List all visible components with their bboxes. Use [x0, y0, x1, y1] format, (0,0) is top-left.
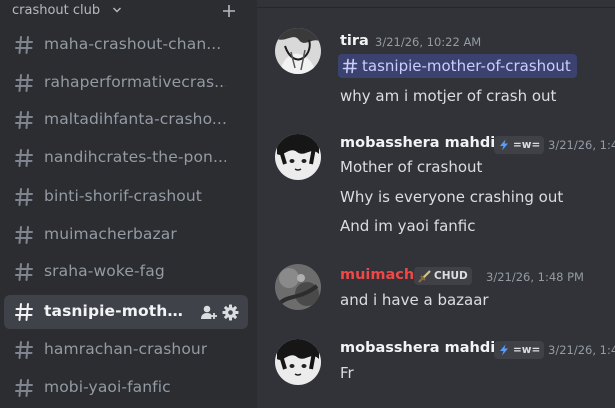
channel-item[interactable]: nandihcrates-the-pon...	[4, 141, 248, 175]
channel-label: binti-shorif-crashout	[44, 187, 202, 205]
user-tag-text: =w=	[513, 344, 541, 356]
user-tag[interactable]: =w=	[494, 341, 545, 359]
channel-label: tasnipie-mother...	[44, 302, 189, 320]
message-text: and i have a bazaar	[340, 291, 489, 309]
channel-label: rahaperformativecras...	[44, 73, 226, 91]
user-tag-text: CHUD	[434, 270, 468, 282]
channel-item[interactable]: muimacherbazar	[4, 218, 248, 252]
author-name[interactable]: mobasshera mahdi	[340, 135, 495, 151]
message-text: why am i motjer of crash out	[340, 87, 557, 105]
author-name[interactable]: tira	[340, 33, 369, 49]
channel-item[interactable]: binti-shorif-crashout	[4, 180, 248, 214]
message-text: Fr	[340, 364, 354, 382]
channel-label: hamrachan-crashour	[44, 340, 208, 358]
channel-item[interactable]: maha-crashout-chan...	[4, 28, 248, 62]
channel-item[interactable]: rahaperformativecras...	[4, 66, 248, 100]
channel-label: sraha-woke-fag	[44, 262, 165, 280]
server-header[interactable]: crashout club	[0, 0, 257, 26]
hash-icon	[15, 341, 33, 359]
timestamp: 3/21/26, 10:22 AM	[375, 35, 482, 49]
channel-label: maltadihfanta-crasho...	[44, 110, 226, 128]
hash-icon	[15, 303, 33, 321]
timestamp: 3/21/26, 1:4	[548, 343, 615, 357]
channel-label: muimacherbazar	[44, 225, 177, 243]
mention-text: tasnipie-mother-of-crashout	[362, 57, 571, 75]
plus-icon[interactable]	[221, 3, 237, 19]
avatar[interactable]	[275, 264, 321, 310]
lightning-icon	[500, 344, 508, 356]
channel-label: maha-crashout-chan...	[44, 35, 222, 53]
lightning-icon	[500, 139, 508, 151]
avatar[interactable]	[275, 134, 321, 180]
hash-icon	[15, 74, 33, 92]
user-tag[interactable]: CHUD	[414, 267, 472, 285]
author-name[interactable]: mobasshera mahdi	[340, 340, 495, 356]
author-name[interactable]: muimach	[340, 267, 414, 283]
message-text: And im yaoi fanfic	[340, 217, 476, 235]
channel-item[interactable]: sraha-woke-fag	[4, 255, 248, 289]
hash-icon	[15, 379, 33, 397]
channel-mention[interactable]: tasnipie-mother-of-crashout	[338, 54, 577, 78]
channel-label: mobi-yaoi-fanfic	[44, 378, 171, 396]
chevron-down-icon[interactable]	[112, 5, 122, 15]
hash-icon	[15, 111, 33, 129]
avatar[interactable]	[275, 28, 321, 74]
channel-item[interactable]: hamrachan-crashour	[4, 333, 248, 367]
avatar[interactable]	[275, 339, 321, 385]
channel-item[interactable]: maltadihfanta-crasho...	[4, 103, 248, 137]
user-tag-text: =w=	[513, 139, 541, 151]
timestamp: 3/21/26, 1:4	[548, 138, 615, 152]
hash-icon	[15, 188, 33, 206]
sword-icon	[418, 269, 431, 283]
divider	[257, 7, 615, 8]
user-tag[interactable]: =w=	[494, 136, 545, 154]
message-text: Why is everyone crashing out	[340, 188, 564, 206]
server-name[interactable]: crashout club	[12, 3, 100, 18]
add-member-icon[interactable]	[200, 304, 217, 321]
channel-label: nandihcrates-the-pon...	[44, 148, 226, 166]
hash-icon	[342, 58, 358, 74]
channel-item[interactable]: mobi-yaoi-fanfic	[4, 371, 248, 405]
hash-icon	[15, 36, 33, 54]
timestamp: 3/21/26, 1:48 PM	[486, 270, 584, 284]
gear-icon[interactable]	[222, 304, 239, 321]
channel-item-active[interactable]: tasnipie-mother...	[4, 295, 248, 329]
hash-icon	[15, 149, 33, 167]
message-text: Mother of crashout	[340, 158, 483, 176]
channel-sidebar: crashout club maha-crashout-chan... raha…	[0, 0, 257, 408]
hash-icon	[15, 263, 33, 281]
message-list: tira 3/21/26, 10:22 AM tasnipie-mother-o…	[257, 0, 615, 408]
hash-icon	[15, 226, 33, 244]
